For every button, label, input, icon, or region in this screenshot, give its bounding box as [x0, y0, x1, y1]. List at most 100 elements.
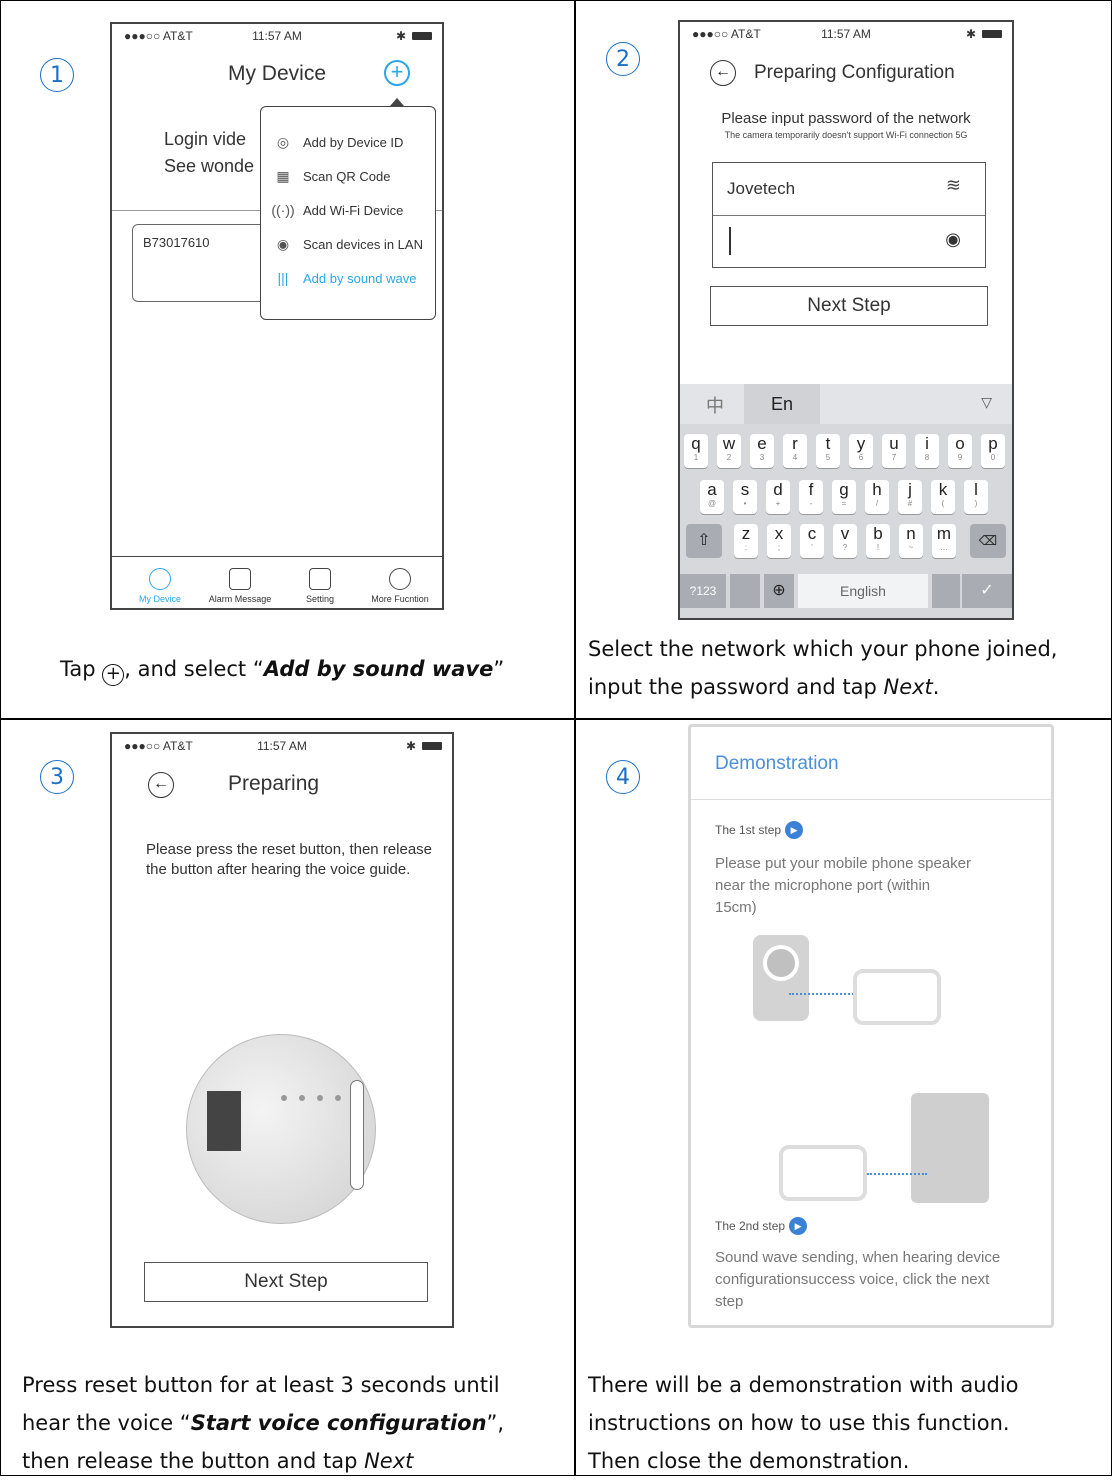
key-y[interactable]: y6: [849, 434, 873, 468]
credentials-box: Jovetech ≋ ◉: [712, 162, 986, 268]
period-key[interactable]: [932, 574, 960, 608]
phone-illustration-2: [779, 1145, 867, 1201]
bluetooth-icon: ✱: [405, 739, 416, 753]
reset-instruction: Please press the reset button, then rele…: [146, 841, 433, 878]
back-arrow-icon[interactable]: ←: [710, 60, 736, 86]
key-f[interactable]: f-: [799, 480, 823, 514]
key-n[interactable]: n ~: [899, 524, 923, 558]
demo-title: Demonstration: [715, 753, 839, 774]
menu-item-lan[interactable]: ◉ Scan devices in LAN: [261, 227, 435, 261]
key-l[interactable]: l): [964, 480, 988, 514]
banner-line-1: Login vide: [164, 129, 247, 149]
key-x[interactable]: x;: [767, 524, 791, 558]
key-m[interactable]: m…: [932, 524, 956, 558]
key-b[interactable]: b!: [866, 524, 890, 558]
key-v[interactable]: v?: [833, 524, 857, 558]
lang-english-key[interactable]: En: [744, 384, 820, 424]
checkmark-icon[interactable]: ✓: [962, 574, 1012, 608]
camera-illustration: [753, 935, 809, 1021]
step-number-3: 3: [40, 760, 74, 794]
tab-setting[interactable]: Setting: [280, 568, 360, 604]
key-e[interactable]: e3: [750, 434, 774, 468]
status-bar: ●●●○○ AT&T 11:57 AM ✱: [112, 24, 442, 46]
key-a[interactable]: a @: [700, 480, 724, 514]
bluetooth-icon: ✱: [965, 27, 976, 41]
ssid-field[interactable]: Jovetech: [727, 179, 795, 199]
phone-screen-my-device: ●●●○○ AT&T 11:57 AM ✱ My Device + Login …: [110, 22, 444, 610]
tab-alarm-message[interactable]: Alarm Message: [200, 568, 280, 604]
password-prompt: Please input password of the network: [721, 110, 971, 127]
key-j[interactable]: j #: [898, 480, 922, 514]
key-h[interactable]: h /: [865, 480, 889, 514]
column-divider: [574, 0, 576, 1476]
password-field[interactable]: [729, 227, 731, 255]
row-divider: [0, 718, 1112, 720]
key-d[interactable]: d +: [766, 480, 790, 514]
plus-circle-icon: +: [102, 664, 125, 686]
gear-icon: [309, 568, 331, 590]
reset-pin-icon: [350, 1080, 364, 1190]
menu-item-sound-wave[interactable]: ||| Add by sound wave: [261, 261, 435, 295]
caption-step-1: Tap +, and select “Add by sound wave”: [60, 657, 505, 686]
step1-label: The 1st step: [715, 823, 782, 837]
battery-icon: [982, 30, 1002, 38]
key-u[interactable]: u7: [882, 434, 906, 468]
device-id-label: B73017610: [143, 235, 210, 250]
next-step-button[interactable]: Next Step: [710, 286, 988, 326]
tab-more-function[interactable]: More Fucntion: [360, 568, 440, 604]
menu-item-wifi[interactable]: ((·)) Add Wi-Fi Device: [261, 193, 435, 227]
play-icon[interactable]: ▶: [789, 1217, 808, 1235]
key-z[interactable]: z:: [734, 524, 758, 558]
key-r[interactable]: r4: [783, 434, 807, 468]
step2-text: Sound wave sending, when hearing device …: [715, 1249, 1001, 1310]
lang-chinese-key[interactable]: 中: [706, 392, 724, 418]
phone-screen-config: ●●●○○ AT&T 11:57 AM ✱ ← Preparing Config…: [678, 20, 1014, 620]
key-g[interactable]: g =: [832, 480, 856, 514]
add-device-menu: ◎ Add by Device ID ▦ Scan QR Code ((·)) Add…: [260, 106, 436, 320]
wifi-lock-icon[interactable]: ≋: [946, 175, 961, 196]
key-p[interactable]: p0: [981, 434, 1005, 468]
wifi-5g-note: The camera temporarily doesn't support W…: [724, 130, 968, 140]
key-k[interactable]: k(: [931, 480, 955, 514]
tab-my-device[interactable]: My Device: [120, 568, 200, 604]
key-s[interactable]: s •: [733, 480, 757, 514]
numbers-key[interactable]: ?123: [680, 574, 726, 608]
status-bar: ●●●○○ AT&T 11:57 AM ✱: [680, 22, 1012, 44]
battery-icon: [422, 742, 442, 750]
bluetooth-icon: ✱: [395, 29, 406, 43]
page-title: Preparing Configuration: [754, 62, 955, 83]
backspace-key[interactable]: ⌫: [970, 524, 1006, 558]
play-icon[interactable]: ▶: [785, 821, 804, 839]
next-step-button[interactable]: Next Step: [144, 1262, 428, 1302]
key-q[interactable]: q1: [684, 434, 708, 468]
globe-icon[interactable]: ⊕: [764, 574, 794, 608]
step1-text: Please put your mobile phone speaker nea…: [715, 855, 971, 916]
key-t[interactable]: t5: [816, 434, 840, 468]
tab-bar: My Device Alarm Message Setting More Fuc…: [112, 556, 442, 608]
step-number-2: 2: [606, 42, 640, 76]
phone-screen-preparing: ●●●○○ AT&T 11:57 AM ✱ ← Preparing Please…: [110, 732, 454, 1328]
keyboard: 中 En ▽ q1 w2 e3 r4 t5 y6 u7 i8 o9 p0 a @ s • d + f - g = h /…: [680, 384, 1012, 618]
key-i[interactable]: i8: [915, 434, 939, 468]
caption-step-2: Select the network which your phone join…: [588, 637, 1058, 699]
key-c[interactable]: c ': [800, 524, 824, 558]
caption-step-4: There will be a demonstration with audio…: [588, 1373, 1019, 1473]
sound-wave-icon: |||: [277, 270, 289, 286]
key-w[interactable]: w2: [717, 434, 741, 468]
demonstration-panel: Demonstration The 1st step ▶ Please put y…: [688, 724, 1054, 1328]
eye-icon[interactable]: ◉: [945, 229, 961, 250]
menu-item-qr[interactable]: ▦ Scan QR Code: [261, 159, 435, 193]
comma-key[interactable]: [730, 574, 760, 608]
shift-key[interactable]: ⇧: [686, 524, 722, 558]
phone-illustration: [853, 969, 941, 1025]
step-number-1: 1: [40, 58, 74, 92]
collapse-keyboard-icon[interactable]: ▽: [981, 394, 992, 411]
menu-item-device-id[interactable]: ◎ Add by Device ID: [261, 125, 435, 159]
page-title: Preparing: [228, 772, 320, 795]
space-key[interactable]: English: [798, 574, 928, 608]
back-arrow-icon[interactable]: ←: [148, 772, 174, 798]
key-o[interactable]: o9: [948, 434, 972, 468]
add-plus-icon[interactable]: +: [384, 60, 410, 86]
device-illustration: [911, 1093, 989, 1203]
lan-scan-icon: ◉: [276, 235, 290, 252]
